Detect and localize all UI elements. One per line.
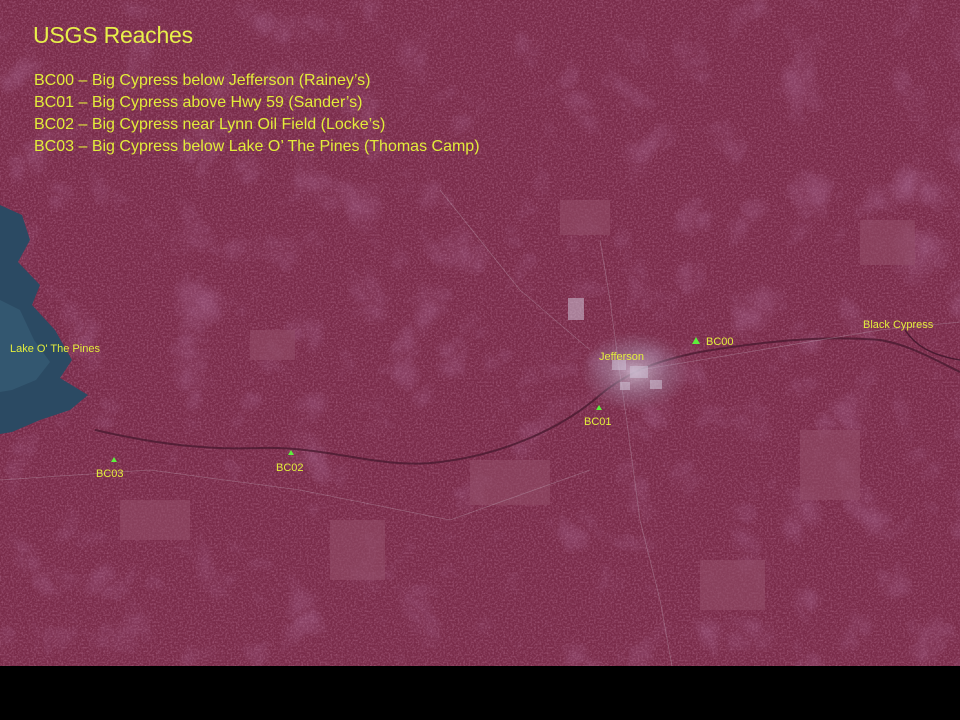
site-marker-bc01 bbox=[596, 405, 602, 410]
slide-title: USGS Reaches bbox=[33, 22, 193, 48]
site-marker-bc03 bbox=[111, 457, 117, 462]
reach-legend: BC00 – Big Cypress below Jefferson (Rain… bbox=[34, 70, 480, 158]
slide: USGS Reaches BC00 – Big Cypress below Je… bbox=[0, 0, 960, 720]
reach-item-bc03: BC03 – Big Cypress below Lake O’ The Pin… bbox=[34, 138, 480, 155]
label-lake-o-the-pines: Lake O' The Pines bbox=[10, 343, 100, 355]
bottom-bar bbox=[0, 666, 960, 720]
site-label-bc01: BC01 bbox=[584, 416, 612, 428]
site-label-bc03: BC03 bbox=[96, 468, 124, 480]
reach-item-bc02: BC02 – Big Cypress near Lynn Oil Field (… bbox=[34, 116, 386, 133]
site-label-bc00: BC00 bbox=[706, 336, 734, 348]
label-jefferson: Jefferson bbox=[599, 351, 645, 363]
label-black-cypress: Black Cypress bbox=[863, 319, 934, 331]
site-marker-bc00 bbox=[692, 337, 700, 344]
reach-item-bc01: BC01 – Big Cypress above Hwy 59 (Sander’… bbox=[34, 94, 363, 111]
satellite-map: USGS Reaches BC00 – Big Cypress below Je… bbox=[0, 0, 960, 666]
site-marker-bc02 bbox=[288, 450, 294, 455]
reach-item-bc00: BC00 – Big Cypress below Jefferson (Rain… bbox=[34, 72, 371, 89]
site-label-bc02: BC02 bbox=[276, 462, 304, 474]
